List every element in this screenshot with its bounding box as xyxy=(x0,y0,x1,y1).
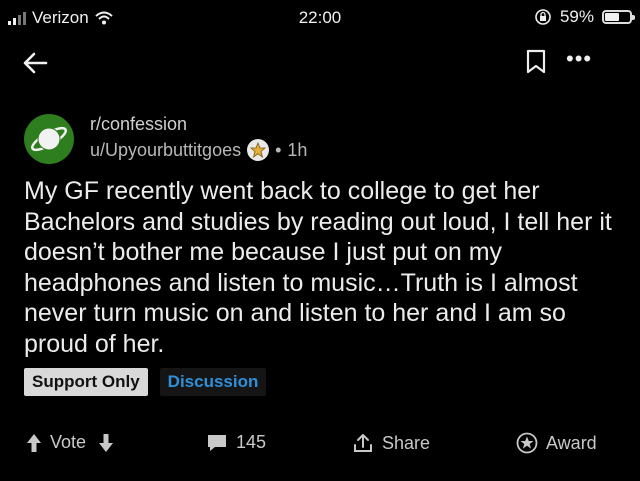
upvote-icon[interactable] xyxy=(26,433,42,453)
flair-row: Support Only Discussion xyxy=(24,368,267,396)
flair-discussion[interactable]: Discussion xyxy=(159,368,267,396)
meta-separator: • xyxy=(275,139,282,160)
post-time: 1h xyxy=(287,139,308,160)
comments-count: 145 xyxy=(236,432,267,452)
battery-percent: 59% xyxy=(559,7,594,26)
vote-group: Vote xyxy=(26,432,114,453)
action-bar: Vote 145 Share Award xyxy=(0,430,640,462)
award-label: Award xyxy=(546,432,597,453)
planet-icon xyxy=(31,126,67,152)
award-badge-icon xyxy=(247,139,270,161)
battery-icon xyxy=(602,10,635,24)
comment-icon xyxy=(208,434,226,451)
award-icon xyxy=(516,432,538,454)
post-title[interactable]: My GF recently went back to college to g… xyxy=(24,176,624,359)
share-icon xyxy=(354,434,372,452)
subreddit-avatar[interactable] xyxy=(24,114,74,164)
status-bar: Verizon 22:00 59% xyxy=(0,0,640,36)
award-button[interactable]: Award xyxy=(516,432,597,454)
downvote-icon[interactable] xyxy=(98,433,114,453)
arrow-left-icon[interactable] xyxy=(20,48,50,78)
more-horizontal-icon[interactable]: ••• xyxy=(566,46,592,72)
subreddit-name[interactable]: r/confession xyxy=(90,114,187,135)
share-label: Share xyxy=(382,432,431,453)
flair-support-only[interactable]: Support Only xyxy=(24,368,148,396)
post-meta: r/confession u/Upyourbuttitgoes • 1h xyxy=(24,112,624,166)
comments-button[interactable]: 145 xyxy=(206,432,266,453)
share-button[interactable]: Share xyxy=(352,432,430,454)
status-right: 59% xyxy=(534,7,635,27)
author-row: u/Upyourbuttitgoes • 1h xyxy=(90,139,307,161)
bookmark-icon[interactable] xyxy=(524,48,548,76)
author-name[interactable]: u/Upyourbuttitgoes xyxy=(90,140,241,161)
battery-fill xyxy=(605,13,620,21)
post-toolbar: ••• xyxy=(0,44,640,84)
orientation-lock-icon xyxy=(535,9,551,25)
vote-label: Vote xyxy=(50,432,87,452)
